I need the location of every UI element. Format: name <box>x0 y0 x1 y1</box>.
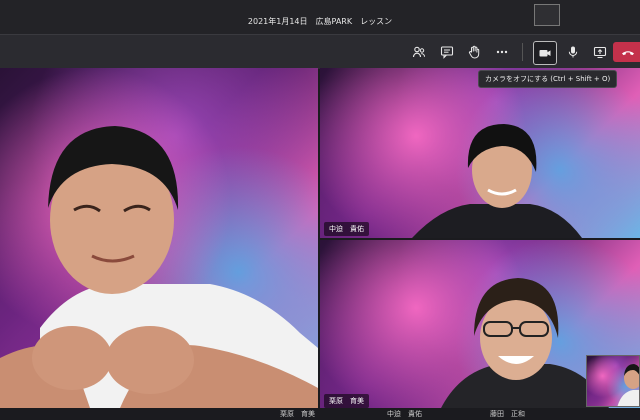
self-view-preview[interactable] <box>586 355 640 407</box>
microphone-icon <box>568 46 578 58</box>
raise-hand-button[interactable] <box>463 41 485 63</box>
chat-button[interactable] <box>436 41 458 63</box>
video-tile-main[interactable] <box>0 68 318 408</box>
share-screen-button[interactable] <box>589 41 611 63</box>
strip-name-item: 中迫 貴佑 <box>387 410 422 418</box>
leave-icon <box>622 51 634 56</box>
chat-icon <box>440 46 454 59</box>
strip-name-item: 藤田 正和 <box>490 410 525 418</box>
participant-video-top-right <box>412 124 582 238</box>
window-restore-button[interactable] <box>534 4 560 26</box>
camera-tooltip: カメラをオフにする (Ctrl + Shift + O) <box>478 70 618 88</box>
strip-name-item: 栗原 育美 <box>280 410 315 418</box>
self-view-video <box>617 364 639 406</box>
leave-meeting-button[interactable] <box>613 42 640 62</box>
more-options-button[interactable] <box>491 41 513 63</box>
window-titlebar: 2021年1月14日 広島PARK レッスン <box>0 0 640 34</box>
camera-toggle-button[interactable] <box>533 41 557 65</box>
participant-name-tag: 中迫 貴佑 <box>324 222 369 236</box>
meeting-toolbar <box>0 34 640 69</box>
participant-name-tag: 栗原 育美 <box>324 394 369 408</box>
video-tile-top-right[interactable]: 中迫 貴佑 <box>320 68 640 238</box>
toolbar-separator <box>522 43 523 61</box>
share-screen-icon <box>593 46 607 58</box>
participant-video-main <box>0 126 318 408</box>
microphone-button[interactable] <box>562 41 584 63</box>
participants-icon <box>412 46 425 58</box>
camera-icon <box>539 50 551 57</box>
participants-button[interactable] <box>408 41 430 63</box>
participant-name-strip: 栗原 育美 中迫 貴佑 藤田 正和 <box>0 408 640 420</box>
raise-hand-icon <box>468 45 480 59</box>
more-icon <box>496 50 508 54</box>
